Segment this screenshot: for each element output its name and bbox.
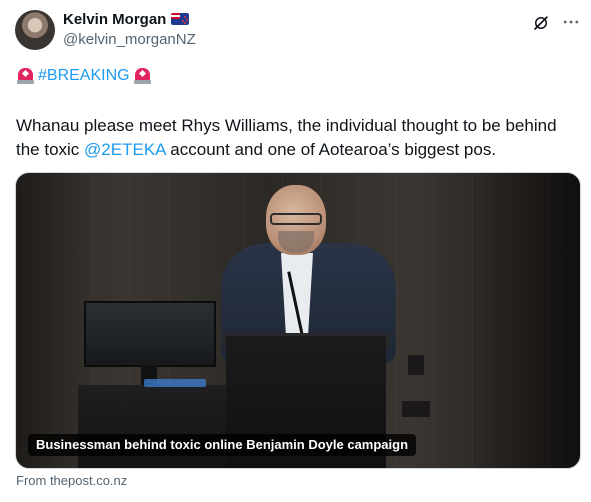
more-icon[interactable] [561,12,581,32]
hashtag-link[interactable]: #BREAKING [38,67,130,85]
breaking-line: #BREAKING [16,66,152,85]
tweet-text: Whanau please meet Rhys Williams, the in… [16,114,576,162]
mention-link[interactable]: @2ETEKA [84,140,166,159]
author-name[interactable]: Kelvin Morgan [63,11,166,28]
nz-flag-icon [171,13,189,25]
avatar[interactable] [15,10,55,50]
monitor [84,301,216,367]
grok-icon[interactable] [532,14,550,32]
tweet-text-part2: account and one of Aotearoa’s biggest po… [165,140,497,159]
police-car-light-icon [133,66,152,85]
author-handle[interactable]: @kelvin_morganNZ [63,31,196,48]
media-caption: Businessman behind toxic online Benjamin… [28,434,417,456]
link-source[interactable]: From thepost.co.nz [16,473,127,488]
police-car-light-icon [16,66,35,85]
video-thumbnail[interactable] [15,172,581,469]
